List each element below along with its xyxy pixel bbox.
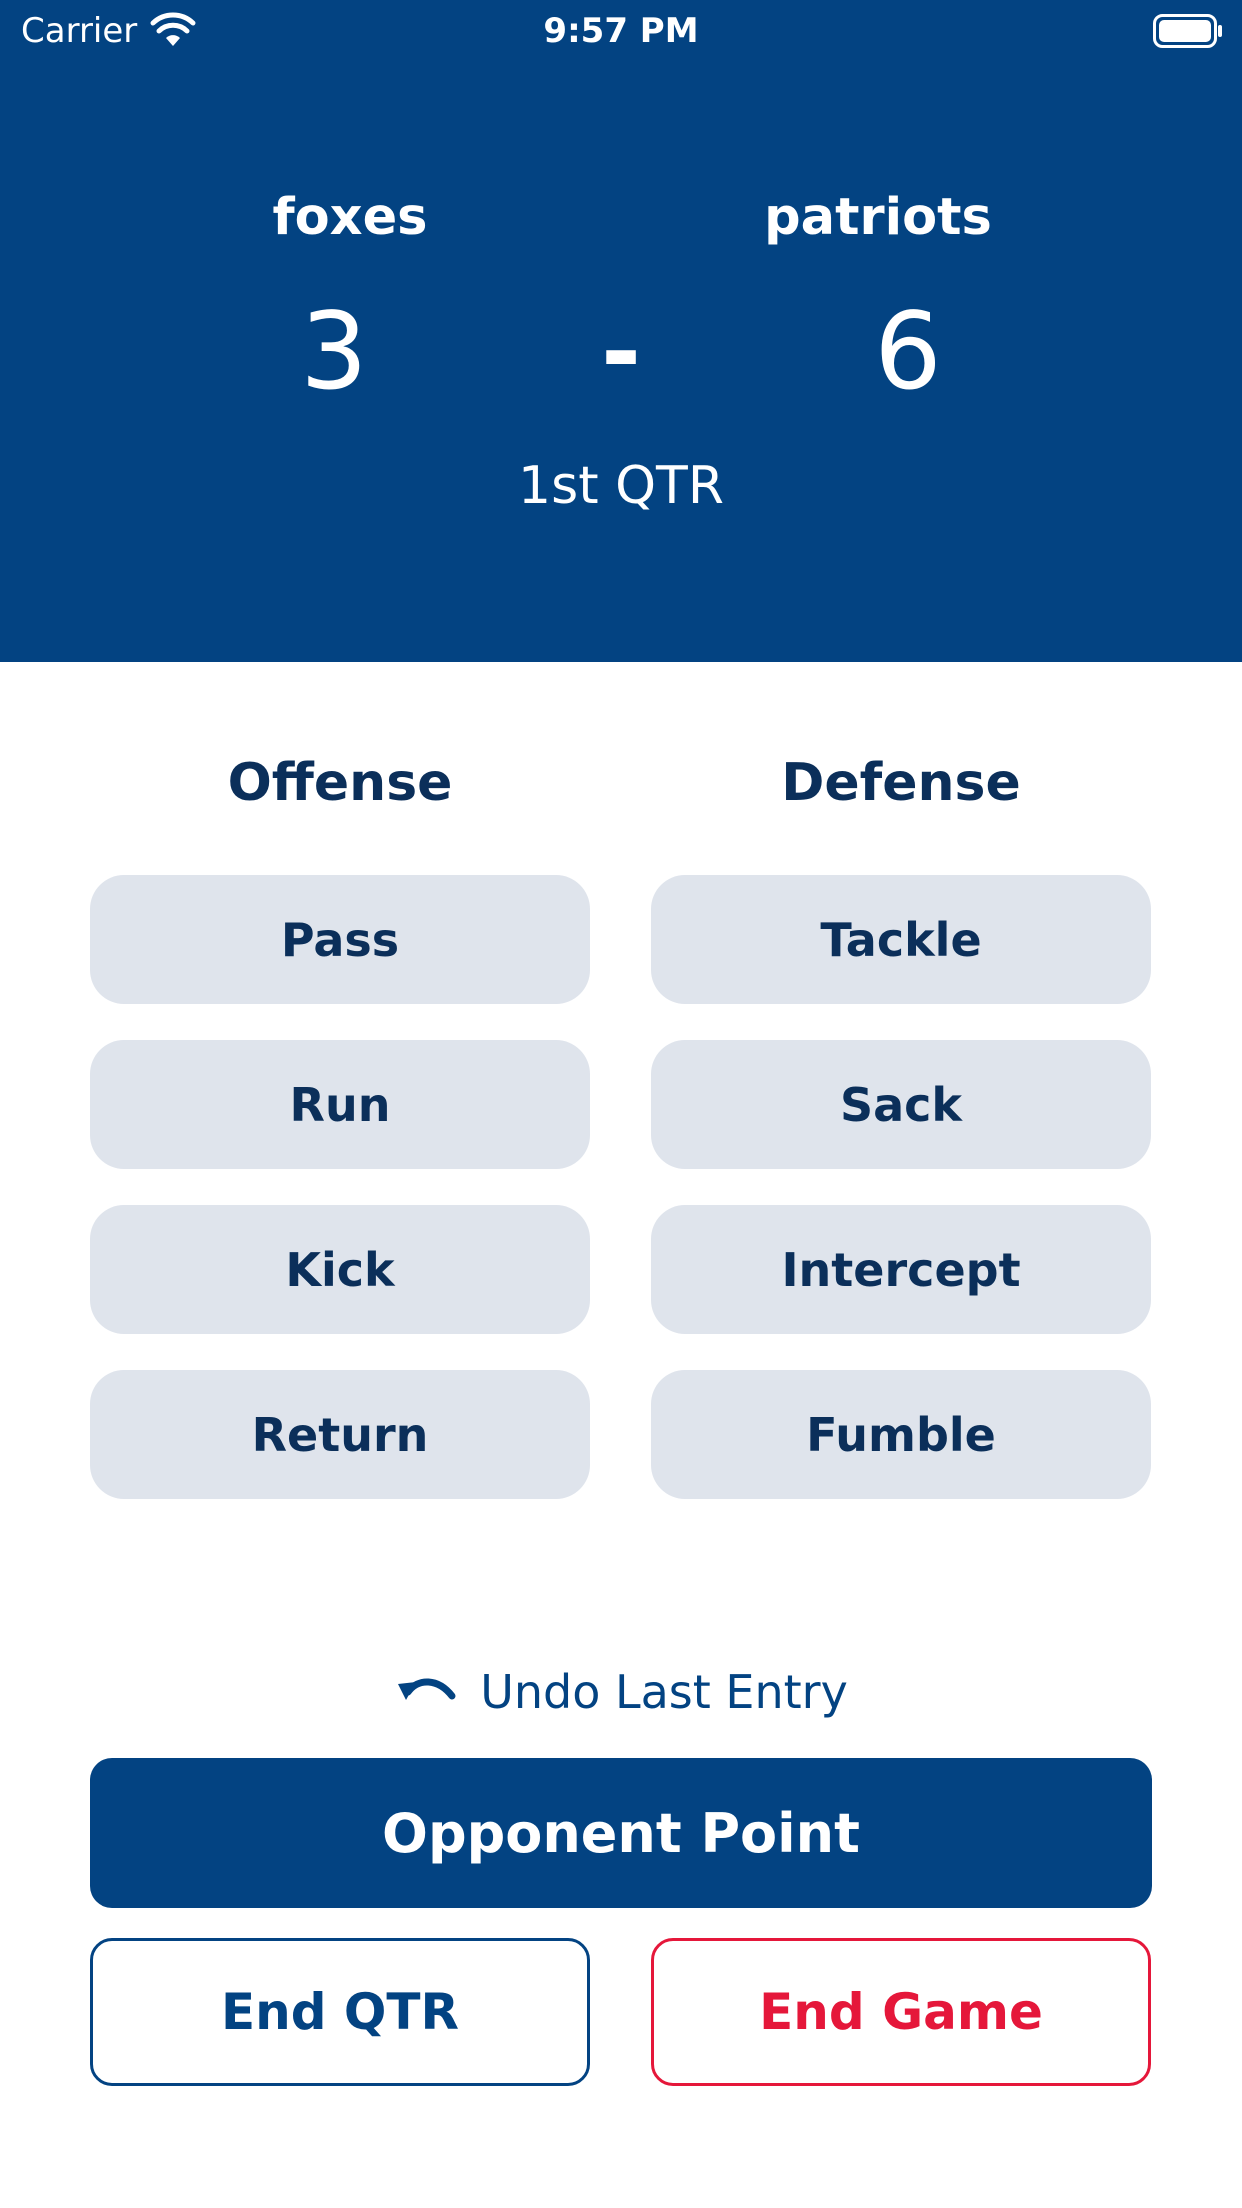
- status-bar: Carrier 9:57 PM: [0, 0, 1242, 62]
- undo-last-entry-button[interactable]: Undo Last Entry: [0, 1660, 1242, 1724]
- scoreboard-header: Carrier 9:57 PM foxes patriots 3 - 6 1st…: [0, 0, 1242, 662]
- clock-label: 9:57 PM: [543, 11, 699, 51]
- undo-label: Undo Last Entry: [480, 1665, 848, 1719]
- quarter-label: 1st QTR: [518, 456, 724, 516]
- away-team-name: patriots: [764, 188, 992, 247]
- fumble-button[interactable]: Fumble: [651, 1370, 1151, 1499]
- away-score: 6: [874, 290, 942, 413]
- return-button[interactable]: Return: [90, 1370, 590, 1499]
- offense-heading: Offense: [227, 753, 453, 813]
- tackle-button[interactable]: Tackle: [651, 875, 1151, 1004]
- undo-arrow-icon: [398, 1678, 456, 1700]
- intercept-button[interactable]: Intercept: [651, 1205, 1151, 1334]
- run-button[interactable]: Run: [90, 1040, 590, 1169]
- defense-heading: Defense: [781, 753, 1021, 813]
- battery-icon: [1153, 14, 1222, 48]
- kick-button[interactable]: Kick: [90, 1205, 590, 1334]
- pass-button[interactable]: Pass: [90, 875, 590, 1004]
- end-game-button[interactable]: End Game: [651, 1938, 1151, 2086]
- home-team-name: foxes: [272, 188, 428, 247]
- sack-button[interactable]: Sack: [651, 1040, 1151, 1169]
- opponent-point-button[interactable]: Opponent Point: [90, 1758, 1152, 1908]
- end-qtr-button[interactable]: End QTR: [90, 1938, 590, 2086]
